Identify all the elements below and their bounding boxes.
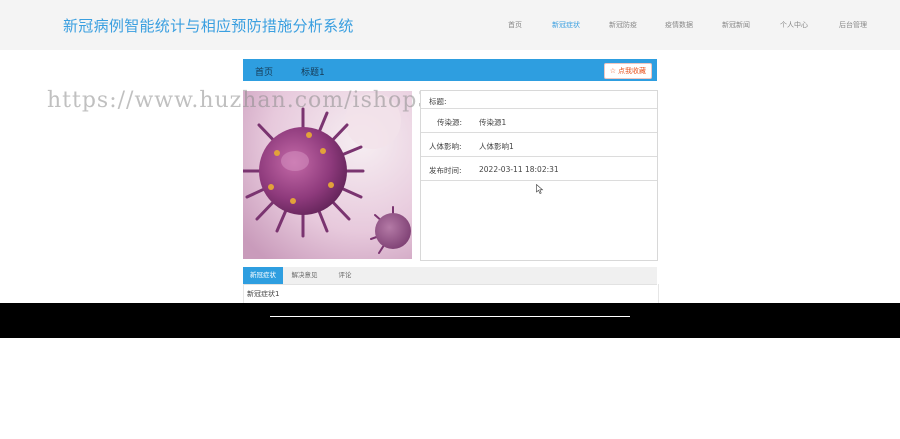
nav-news[interactable]: 新冠新闻 xyxy=(722,20,750,30)
breadcrumb-current: 标题1 xyxy=(301,68,325,78)
collect-button[interactable]: ☆ 点我收藏 xyxy=(603,63,652,79)
detail-tabs: 新冠症状 解决意见 评论 xyxy=(243,267,657,285)
top-header: 新冠病例智能统计与相应预防措施分析系统 首页 新冠症状 新冠防疫 疫情数据 新冠… xyxy=(0,0,900,50)
nav-prevention[interactable]: 新冠防疫 xyxy=(609,20,637,30)
virus-illustration xyxy=(243,91,412,259)
progress-line xyxy=(270,316,630,317)
nav-home[interactable]: 首页 xyxy=(508,20,522,30)
impact-label: 人体影响: xyxy=(429,142,462,151)
tab-comments[interactable]: 评论 xyxy=(326,267,364,284)
detail-row-impact: 人体影响: 人体影响1 xyxy=(421,133,657,157)
tab-solutions[interactable]: 解决意见 xyxy=(283,267,326,284)
nav-profile[interactable]: 个人中心 xyxy=(780,20,808,30)
nav-admin[interactable]: 后台管理 xyxy=(839,20,867,30)
star-icon: ☆ xyxy=(609,67,616,75)
breadcrumb: 首页 标题1 ☆ 点我收藏 xyxy=(243,59,657,81)
video-overlay-bar xyxy=(0,303,900,338)
nav-symptoms[interactable]: 新冠症状 xyxy=(552,20,580,30)
nav-epidemic-data[interactable]: 疫情数据 xyxy=(665,20,693,30)
mouse-cursor-icon xyxy=(536,184,544,194)
time-value: 2022-03-11 18:02:31 xyxy=(479,165,559,174)
tab-symptoms[interactable]: 新冠症状 xyxy=(243,267,283,284)
detail-title-row: 标题: xyxy=(421,91,657,109)
impact-value: 人体影响1 xyxy=(479,142,514,151)
detail-info-box: 标题: 传染源: 传染源1 人体影响: 人体影响1 发布时间: 2022-03-… xyxy=(420,90,658,261)
source-value: 传染源1 xyxy=(479,118,507,127)
detail-row-source: 传染源: 传染源1 xyxy=(421,109,657,133)
breadcrumb-home[interactable]: 首页 xyxy=(255,65,273,78)
time-label: 发布时间: xyxy=(429,166,462,175)
tab-panel xyxy=(243,284,659,303)
source-label: 传染源: xyxy=(437,118,463,127)
virus-image xyxy=(243,91,412,259)
tab-content-text: 新冠症状1 xyxy=(247,290,280,298)
collect-button-label: 点我收藏 xyxy=(618,67,646,75)
title-label: 标题: xyxy=(429,97,447,106)
site-title: 新冠病例智能统计与相应预防措施分析系统 xyxy=(63,17,354,35)
detail-row-time: 发布时间: 2022-03-11 18:02:31 xyxy=(421,157,657,181)
